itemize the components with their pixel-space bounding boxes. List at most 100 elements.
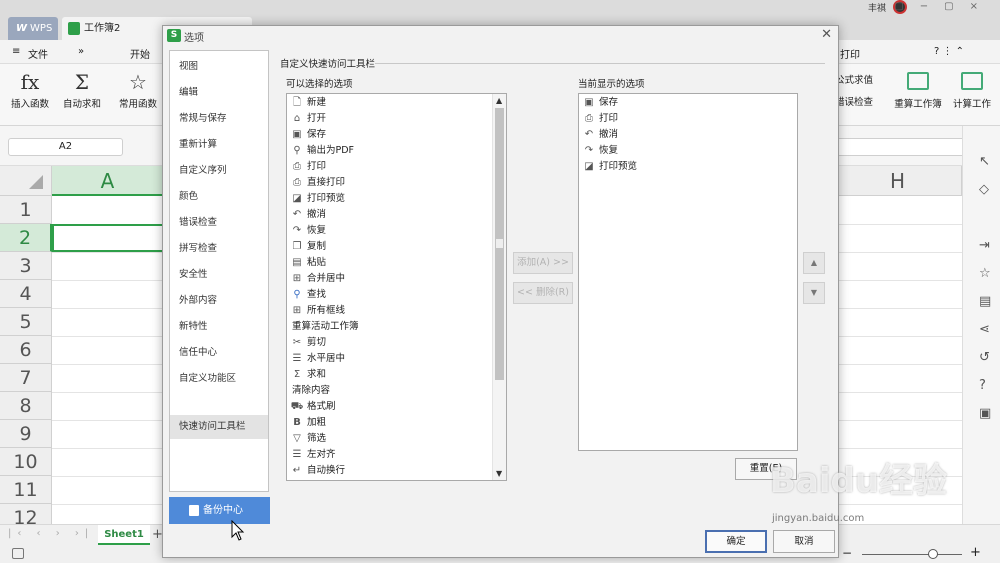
list-item[interactable]: ▤ 粘贴: [290, 255, 326, 271]
help-circle-icon[interactable]: ?: [979, 378, 986, 393]
share-icon[interactable]: ⋖: [979, 322, 990, 337]
list-item[interactable]: ⎙ 打印: [582, 111, 618, 127]
search-menu[interactable]: 打印: [840, 46, 860, 61]
list-item[interactable]: ☰ 水平居中: [290, 351, 346, 367]
history-icon[interactable]: ↺: [979, 350, 990, 365]
move-down-button[interactable]: ▼: [803, 282, 825, 304]
backup-center-button[interactable]: 备份中心: [169, 497, 270, 524]
menu-file[interactable]: 文件: [28, 46, 48, 61]
scroll-down-icon[interactable]: ▼: [496, 469, 502, 478]
nav-item-new-features[interactable]: 新特性: [170, 315, 268, 339]
nav-item-custom-lists[interactable]: 自定义序列: [170, 159, 268, 183]
nav-item-general-save[interactable]: 常规与保存: [170, 107, 268, 131]
list-item[interactable]: ⚲ 查找: [290, 287, 326, 303]
current-options-list[interactable]: ▣ 保存 ⎙ 打印 ↶ 撤消 ↷ 恢复 ◪ 打印预览: [578, 93, 798, 451]
recalc-workbook-button[interactable]: 重算工作簿: [888, 70, 948, 110]
row-header-9[interactable]: 9: [0, 420, 52, 448]
window-controls[interactable]: ▢−▢×: [894, 1, 994, 12]
add-button[interactable]: 添加(A) >>: [513, 252, 573, 274]
ok-button[interactable]: 确定: [705, 530, 767, 553]
list-item[interactable]: ⎙ 直接打印: [290, 175, 345, 191]
shapes-icon[interactable]: ◇: [979, 182, 989, 197]
row-header-1[interactable]: 1: [0, 196, 52, 224]
list-item[interactable]: ↷ 恢复: [582, 143, 618, 159]
nav-item-edit[interactable]: 编辑: [170, 81, 268, 105]
row-header-8[interactable]: 8: [0, 392, 52, 420]
sheet-nav-arrows[interactable]: |‹ ‹ › ›|: [8, 528, 94, 539]
row-header-12[interactable]: 12: [0, 504, 52, 524]
list-item[interactable]: ▣ 保存: [290, 127, 326, 143]
remove-button[interactable]: << 删除(R): [513, 282, 573, 304]
nav-item-security[interactable]: 安全性: [170, 263, 268, 287]
available-list-scrollbar[interactable]: ▲ ▼: [492, 94, 506, 480]
scroll-up-icon[interactable]: ▲: [496, 96, 502, 105]
row-header-10[interactable]: 10: [0, 448, 52, 476]
list-item[interactable]: ↵ 自动换行: [290, 463, 345, 479]
list-item[interactable]: ⊞ 所有框线: [290, 303, 345, 319]
row-header-3[interactable]: 3: [0, 252, 52, 280]
row-header-5[interactable]: 5: [0, 308, 52, 336]
list-item[interactable]: 🗋 新建: [290, 95, 326, 111]
list-item[interactable]: ⎙ 打印: [290, 159, 326, 175]
list-item[interactable]: ↷ 恢复: [290, 223, 326, 239]
nav-item-view[interactable]: 视图: [170, 55, 268, 79]
list-item[interactable]: ◪ 打印预览: [290, 191, 345, 207]
nav-item-trust-center[interactable]: 信任中心: [170, 341, 268, 365]
more-menu-icon[interactable]: »: [78, 46, 84, 57]
nav-item-color[interactable]: 颜色: [170, 185, 268, 209]
dialog-title-bar[interactable]: S 选项 ✕: [163, 26, 838, 46]
archive-icon[interactable]: ▤: [979, 294, 991, 309]
list-item[interactable]: ✂ 剪切: [290, 335, 326, 351]
toolbox-icon[interactable]: ▣: [979, 406, 991, 421]
list-item[interactable]: ❐ 复制: [290, 239, 327, 255]
insert-function-button[interactable]: fx 插入函数: [0, 70, 60, 110]
row-header-6[interactable]: 6: [0, 336, 52, 364]
list-item[interactable]: 重算活动工作簿: [292, 319, 359, 335]
list-item[interactable]: ⚲ 输出为PDF: [290, 143, 354, 159]
nav-icon[interactable]: ⇥: [979, 238, 990, 253]
pointer-icon[interactable]: ↖: [979, 154, 990, 169]
user-name[interactable]: 丰祺: [868, 1, 886, 14]
nav-item-spell-check[interactable]: 拼写检查: [170, 237, 268, 261]
autosum-button[interactable]: Σ 自动求和: [52, 70, 112, 110]
select-all-corner[interactable]: [0, 166, 52, 196]
list-item[interactable]: ↶ 撤消: [290, 207, 326, 223]
name-box[interactable]: A2: [8, 138, 123, 156]
list-item[interactable]: ⊞ 合并居中: [290, 271, 345, 287]
common-functions-button[interactable]: ☆ 常用函数: [108, 70, 168, 110]
menu-start[interactable]: 开始: [130, 46, 150, 61]
zoom-in-icon[interactable]: +: [970, 545, 981, 560]
zoom-slider[interactable]: [862, 554, 962, 555]
help-icon[interactable]: ? ⋮ ⌃: [934, 46, 964, 57]
calc-sheet-button[interactable]: 计算工作: [942, 70, 1000, 110]
macro-record-icon[interactable]: [12, 548, 24, 559]
nav-item-quick-access-toolbar[interactable]: 快速访问工具栏: [170, 415, 268, 439]
row-header-7[interactable]: 7: [0, 364, 52, 392]
list-item[interactable]: ▣ 保存: [582, 95, 618, 111]
wps-home-tab[interactable]: W WPS: [8, 17, 58, 40]
sheet-tab[interactable]: Sheet1: [98, 525, 150, 545]
list-item[interactable]: ◪ 打印预览: [582, 159, 637, 175]
list-item[interactable]: Σ 求和: [290, 367, 326, 383]
available-options-list[interactable]: 🗋 新建 ⌂ 打开 ▣ 保存 ⚲ 输出为PDF ⎙ 打印 ⎙ 直接打印 ◪ 打印预览 ↶ 撤消 …: [286, 93, 507, 481]
formula-input[interactable]: [834, 138, 970, 156]
nav-item-external-content[interactable]: 外部内容: [170, 289, 268, 313]
nav-item-customize-ribbon[interactable]: 自定义功能区: [170, 367, 268, 391]
column-header-a[interactable]: A: [52, 166, 164, 196]
list-item[interactable]: ☰ 左对齐: [290, 447, 336, 463]
list-item[interactable]: ⛟ 格式刷: [290, 399, 336, 415]
row-header-11[interactable]: 11: [0, 476, 52, 504]
list-item[interactable]: B 加粗: [290, 415, 326, 431]
list-item[interactable]: ▽ 筛选: [290, 431, 326, 447]
column-header-h[interactable]: H: [834, 166, 962, 196]
hamburger-icon[interactable]: ≡: [12, 46, 20, 57]
row-header-4[interactable]: 4: [0, 280, 52, 308]
close-icon[interactable]: ✕: [821, 27, 832, 42]
star-icon[interactable]: ☆: [979, 266, 991, 281]
move-up-button[interactable]: ▲: [803, 252, 825, 274]
row-header-2[interactable]: 2: [0, 224, 52, 252]
nav-item-recalc[interactable]: 重新计算: [170, 133, 268, 157]
list-item[interactable]: ⌂ 打开: [290, 111, 326, 127]
nav-item-error-check[interactable]: 错误检查: [170, 211, 268, 235]
selected-cell-a2[interactable]: [52, 224, 164, 252]
